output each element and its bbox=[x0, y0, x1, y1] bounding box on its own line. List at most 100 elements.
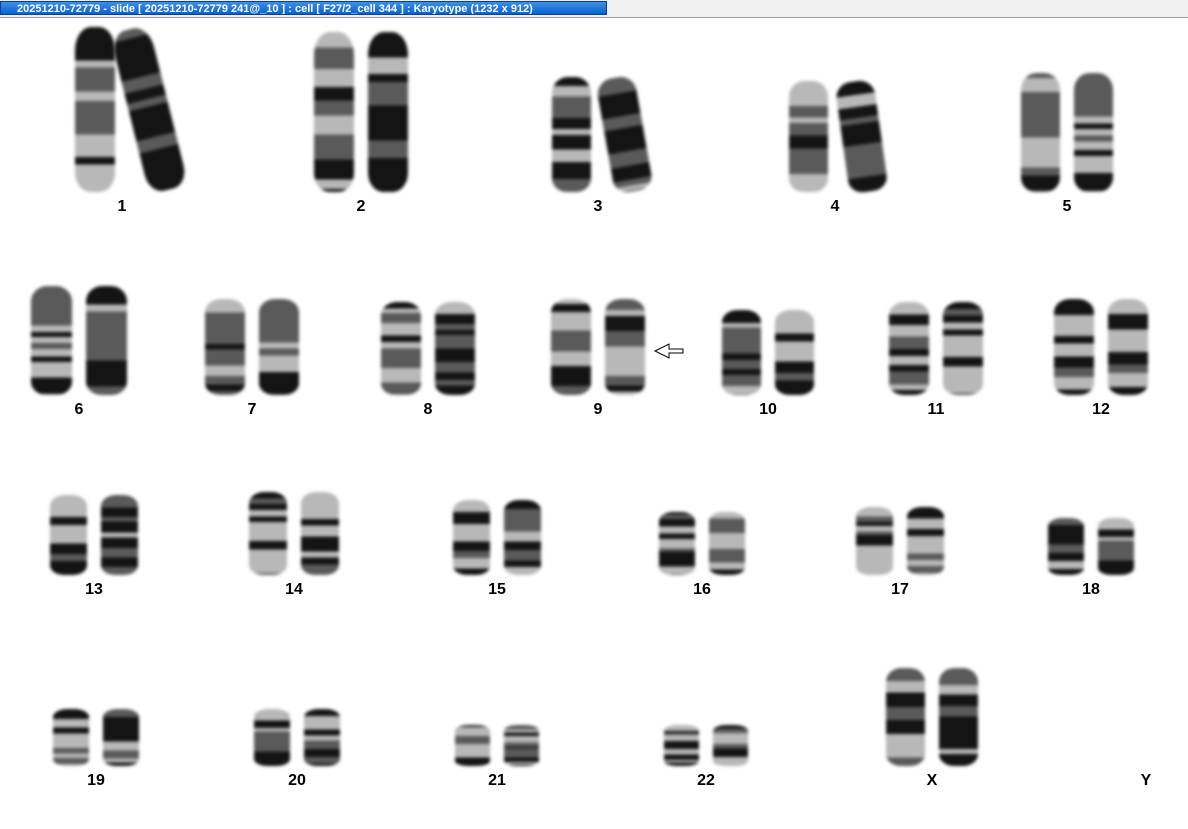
chromosome-7-a[interactable] bbox=[205, 299, 245, 395]
chromosome-pair-2[interactable]: 2 bbox=[314, 32, 408, 216]
chromosome-label: 7 bbox=[247, 401, 257, 418]
chromosome-11-a[interactable] bbox=[889, 302, 929, 395]
chromosome-pair-x[interactable]: X bbox=[886, 668, 978, 790]
chromosome-pair-20[interactable]: 20 bbox=[254, 709, 340, 790]
chromosome-pair-images bbox=[659, 512, 745, 575]
chromosome-18-b[interactable] bbox=[1098, 518, 1134, 575]
chromosome-10-a[interactable] bbox=[722, 310, 761, 395]
chromosome-2-a[interactable] bbox=[314, 32, 354, 192]
chromosome-7-b[interactable] bbox=[259, 299, 299, 395]
chromosome-pair-16[interactable]: 16 bbox=[659, 512, 745, 599]
chromosome-pair-3[interactable]: 3 bbox=[552, 74, 654, 216]
chromosome-4-b[interactable] bbox=[834, 78, 889, 195]
chromosome-5-a[interactable] bbox=[1021, 73, 1060, 192]
chromosome-9-a[interactable] bbox=[551, 299, 591, 395]
chromosome-pair-images bbox=[381, 302, 475, 395]
chromosome-pair-images bbox=[53, 709, 139, 766]
chromosome-17-a[interactable] bbox=[856, 507, 893, 575]
chromosome-8-b[interactable] bbox=[435, 302, 475, 395]
chromosome-pair-7[interactable]: 7 bbox=[205, 299, 299, 419]
chromosome-5-b[interactable] bbox=[1074, 73, 1113, 192]
chromosome-pair-18[interactable]: 18 bbox=[1048, 518, 1134, 599]
chromosome-18-a[interactable] bbox=[1048, 518, 1084, 575]
chromosome-pair-images bbox=[1021, 73, 1113, 192]
chromosome-11-b[interactable] bbox=[943, 302, 983, 395]
chromosome-label: 15 bbox=[488, 581, 506, 598]
chromosome-label: 10 bbox=[759, 401, 777, 418]
chromosome-label: 20 bbox=[288, 772, 306, 789]
chromosome-pair-17[interactable]: 17 bbox=[856, 507, 944, 599]
chromosome-label: 5 bbox=[1062, 198, 1072, 215]
chromosome-label: 2 bbox=[356, 198, 366, 215]
chromosome-pair-images bbox=[664, 725, 748, 766]
chromosome-22-a[interactable] bbox=[664, 725, 699, 766]
chromosome-pair-11[interactable]: 11 bbox=[889, 302, 983, 419]
chromosome-pair-images bbox=[722, 310, 814, 395]
chromosome-pair-9[interactable]: 9 bbox=[551, 299, 645, 419]
chromosome-pair-19[interactable]: 19 bbox=[53, 709, 139, 790]
chromosome-10-b[interactable] bbox=[775, 310, 814, 395]
chromosome-9-b[interactable] bbox=[605, 299, 645, 395]
chromosome-pair-images bbox=[314, 32, 408, 192]
chromosome-pair-4[interactable]: 4 bbox=[789, 78, 889, 216]
chromosome-12-b[interactable] bbox=[1108, 299, 1148, 395]
chromosome-pair-y[interactable]: Y bbox=[1107, 766, 1185, 790]
chromosome-16-b[interactable] bbox=[709, 512, 745, 575]
chromosome-pair-images bbox=[886, 668, 978, 766]
chromosome-x-b[interactable] bbox=[939, 668, 978, 766]
chromosome-21-a[interactable] bbox=[455, 725, 490, 766]
chromosome-pair-14[interactable]: 14 bbox=[249, 492, 339, 599]
chromosome-label: 9 bbox=[593, 401, 603, 418]
chromosome-x-a[interactable] bbox=[886, 668, 925, 766]
chromosome-6-a[interactable] bbox=[31, 286, 72, 395]
chromosome-15-b[interactable] bbox=[504, 500, 541, 575]
chromosome-pair-images bbox=[552, 74, 654, 195]
chromosome-8-a[interactable] bbox=[381, 302, 421, 395]
chromosome-14-a[interactable] bbox=[249, 492, 287, 575]
chromosome-pair-images bbox=[455, 725, 539, 766]
chromosome-label: 22 bbox=[697, 772, 715, 789]
chromosome-16-a[interactable] bbox=[659, 512, 695, 575]
chromosome-label: 6 bbox=[74, 401, 84, 418]
chromosome-pair-12[interactable]: 12 bbox=[1054, 299, 1148, 419]
chromosome-12-a[interactable] bbox=[1054, 299, 1094, 395]
chromosome-13-a[interactable] bbox=[50, 495, 87, 575]
chromosome-pair-13[interactable]: 13 bbox=[50, 495, 138, 599]
chromosome-14-b[interactable] bbox=[301, 492, 339, 575]
chromosome-2-b[interactable] bbox=[368, 32, 408, 192]
chromosome-17-b[interactable] bbox=[907, 507, 944, 575]
chromosome-pair-images bbox=[254, 709, 340, 766]
chromosome-pair-15[interactable]: 15 bbox=[453, 500, 541, 599]
chromosome-1-b[interactable] bbox=[109, 24, 189, 195]
chromosome-label: X bbox=[926, 772, 938, 789]
chromosome-label: 16 bbox=[693, 581, 711, 598]
title-bar: 20251210-72779 - slide [ 20251210-72779 … bbox=[0, 0, 1188, 18]
chromosome-21-b[interactable] bbox=[504, 725, 539, 766]
chromosome-pair-images bbox=[249, 492, 339, 575]
chromosome-1-a[interactable] bbox=[75, 27, 115, 192]
chromosome-pair-8[interactable]: 8 bbox=[381, 302, 475, 419]
chromosome-19-a[interactable] bbox=[53, 709, 89, 766]
chromosome-pair-21[interactable]: 21 bbox=[455, 725, 539, 790]
chromosome-3-a[interactable] bbox=[552, 77, 591, 192]
chromosome-6-b[interactable] bbox=[86, 286, 127, 395]
chromosome-15-a[interactable] bbox=[453, 500, 490, 575]
chromosome-pair-1[interactable]: 1 bbox=[75, 24, 189, 216]
window-title-tab[interactable]: 20251210-72779 - slide [ 20251210-72779 … bbox=[0, 1, 607, 15]
chromosome-pair-6[interactable]: 6 bbox=[31, 286, 127, 419]
chromosome-pair-10[interactable]: 10 bbox=[722, 310, 814, 419]
chromosome-label: 11 bbox=[927, 401, 945, 418]
chromosome-pair-22[interactable]: 22 bbox=[664, 725, 748, 790]
chromosome-4-a[interactable] bbox=[789, 81, 828, 192]
chromosome-pair-images bbox=[205, 299, 299, 395]
chromosome-3-b[interactable] bbox=[595, 74, 654, 195]
chromosome-pair-images bbox=[453, 500, 541, 575]
chromosome-13-b[interactable] bbox=[101, 495, 138, 575]
chromosome-pair-5[interactable]: 5 bbox=[1021, 73, 1113, 216]
chromosome-20-b[interactable] bbox=[304, 709, 340, 766]
chromosome-label: 3 bbox=[593, 198, 603, 215]
chromosome-22-b[interactable] bbox=[713, 725, 748, 766]
chromosome-20-a[interactable] bbox=[254, 709, 290, 766]
chromosome-19-b[interactable] bbox=[103, 709, 139, 766]
chromosome-label: 13 bbox=[85, 581, 103, 598]
